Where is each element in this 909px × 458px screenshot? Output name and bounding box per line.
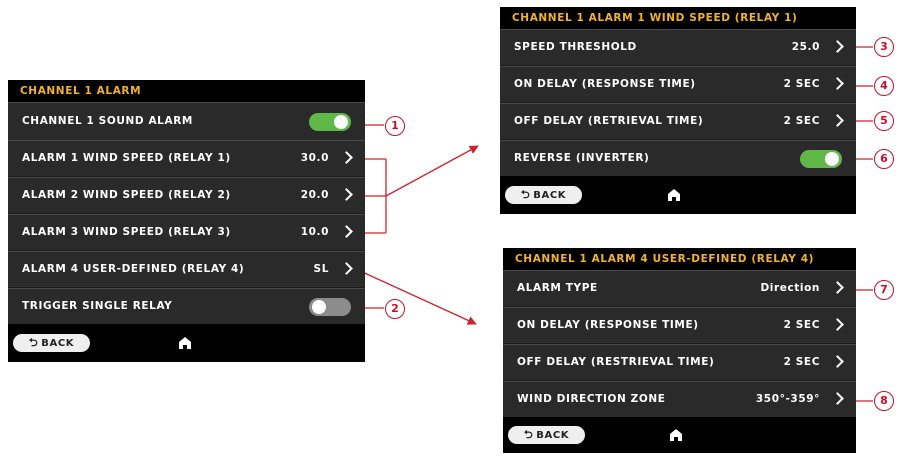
row-reverse-inverter[interactable]: REVERSE (INVERTER) <box>500 140 856 176</box>
chevron-right-icon <box>831 392 844 405</box>
row-channel-1-sound-alarm[interactable]: CHANNEL 1 SOUND ALARM <box>8 102 365 140</box>
row-value: 2 SEC <box>783 356 820 368</box>
row-value: 10.0 <box>300 226 329 238</box>
chevron-right-icon <box>831 281 844 294</box>
chevron-right-icon <box>831 318 844 331</box>
row-alarm-4-user-defined[interactable]: ALARM 4 USER-DEFINED (RELAY 4) SL <box>8 251 365 287</box>
panel-footer: ⮌ BACK <box>503 417 856 453</box>
reverse-toggle[interactable] <box>800 150 842 168</box>
chevron-right-icon <box>831 40 844 53</box>
row-label: ALARM TYPE <box>517 282 598 294</box>
row-value: 2 SEC <box>783 78 820 90</box>
row-off-delay[interactable]: OFF DELAY (RESTRIEVAL TIME) 2 SEC <box>503 344 856 380</box>
toggle-knob <box>312 300 326 314</box>
row-label: ALARM 1 WIND SPEED (RELAY 1) <box>22 152 231 164</box>
channel-1-alarm-panel: CHANNEL 1 ALARM CHANNEL 1 SOUND ALARM AL… <box>8 80 365 362</box>
row-trigger-single-relay[interactable]: TRIGGER SINGLE RELAY <box>8 288 365 324</box>
chevron-right-icon <box>831 355 844 368</box>
callout-5: 5 <box>874 111 894 131</box>
panel-title: CHANNEL 1 ALARM 4 USER-DEFINED (RELAY 4) <box>503 248 856 270</box>
row-wind-direction-zone[interactable]: WIND DIRECTION ZONE 350°-359° <box>503 381 856 417</box>
return-arrow-icon: ⮌ <box>28 336 39 349</box>
panel-footer: ⮌ BACK <box>8 324 365 362</box>
row-alarm-3-wind-speed[interactable]: ALARM 3 WIND SPEED (RELAY 3) 10.0 <box>8 214 365 250</box>
chevron-right-icon <box>831 114 844 127</box>
row-label: OFF DELAY (RESTRIEVAL TIME) <box>517 356 715 368</box>
row-value: 2 SEC <box>783 115 820 127</box>
back-button[interactable]: ⮌ BACK <box>13 334 90 352</box>
row-label: REVERSE (INVERTER) <box>514 152 650 164</box>
callout-6: 6 <box>874 149 894 169</box>
toggle-knob <box>334 115 348 129</box>
row-off-delay[interactable]: OFF DELAY (RETRIEVAL TIME) 2 SEC <box>500 103 856 139</box>
back-button[interactable]: ⮌ BACK <box>505 186 582 204</box>
row-value: 20.0 <box>300 189 329 201</box>
callout-1: 1 <box>385 116 405 136</box>
row-label: ALARM 2 WIND SPEED (RELAY 2) <box>22 189 231 201</box>
row-value: 30.0 <box>300 152 329 164</box>
alarm-4-user-defined-panel: CHANNEL 1 ALARM 4 USER-DEFINED (RELAY 4)… <box>503 248 856 453</box>
back-button[interactable]: ⮌ BACK <box>508 426 585 444</box>
panel-title: CHANNEL 1 ALARM 1 WIND SPEED (RELAY 1) <box>500 7 856 29</box>
back-label: BACK <box>533 190 567 201</box>
row-value: 2 SEC <box>783 319 820 331</box>
chevron-right-icon <box>831 77 844 90</box>
row-value: 350°-359° <box>755 393 820 405</box>
trigger-single-relay-toggle[interactable] <box>309 298 351 316</box>
chevron-right-icon <box>340 151 353 164</box>
row-label: ALARM 4 USER-DEFINED (RELAY 4) <box>22 263 245 275</box>
panel-footer: ⮌ BACK <box>500 176 856 214</box>
callout-7: 7 <box>874 280 894 300</box>
row-speed-threshold[interactable]: SPEED THRESHOLD 25.0 <box>500 29 856 65</box>
toggle-knob <box>825 152 839 166</box>
row-label: OFF DELAY (RETRIEVAL TIME) <box>514 115 704 127</box>
chevron-right-icon <box>340 188 353 201</box>
row-alarm-2-wind-speed[interactable]: ALARM 2 WIND SPEED (RELAY 2) 20.0 <box>8 177 365 213</box>
row-value: 25.0 <box>791 41 820 53</box>
callout-8: 8 <box>874 391 894 411</box>
alarm-1-wind-speed-panel: CHANNEL 1 ALARM 1 WIND SPEED (RELAY 1) S… <box>500 7 856 214</box>
callout-3: 3 <box>874 37 894 57</box>
back-label: BACK <box>41 338 75 349</box>
back-label: BACK <box>536 430 570 441</box>
panel-title: CHANNEL 1 ALARM <box>8 80 365 102</box>
home-icon[interactable] <box>178 336 192 350</box>
row-label: ON DELAY (RESPONSE TIME) <box>514 78 696 90</box>
callout-4: 4 <box>874 76 894 96</box>
row-value: SL <box>313 263 329 275</box>
row-label: CHANNEL 1 SOUND ALARM <box>22 115 193 127</box>
row-label: ALARM 3 WIND SPEED (RELAY 3) <box>22 226 231 238</box>
row-value: Direction <box>760 282 820 294</box>
row-label: TRIGGER SINGLE RELAY <box>22 300 173 312</box>
row-label: SPEED THRESHOLD <box>514 41 637 53</box>
row-alarm-type[interactable]: ALARM TYPE Direction <box>503 270 856 306</box>
return-arrow-icon: ⮌ <box>520 188 531 201</box>
callout-2: 2 <box>385 299 405 319</box>
row-on-delay[interactable]: ON DELAY (RESPONSE TIME) 2 SEC <box>503 307 856 343</box>
home-icon[interactable] <box>669 428 683 442</box>
chevron-right-icon <box>340 225 353 238</box>
return-arrow-icon: ⮌ <box>523 428 534 441</box>
chevron-right-icon <box>340 262 353 275</box>
row-label: ON DELAY (RESPONSE TIME) <box>517 319 699 331</box>
sound-alarm-toggle[interactable] <box>309 113 351 131</box>
row-alarm-1-wind-speed[interactable]: ALARM 1 WIND SPEED (RELAY 1) 30.0 <box>8 140 365 176</box>
home-icon[interactable] <box>667 188 681 202</box>
row-on-delay[interactable]: ON DELAY (RESPONSE TIME) 2 SEC <box>500 66 856 102</box>
row-label: WIND DIRECTION ZONE <box>517 393 666 405</box>
